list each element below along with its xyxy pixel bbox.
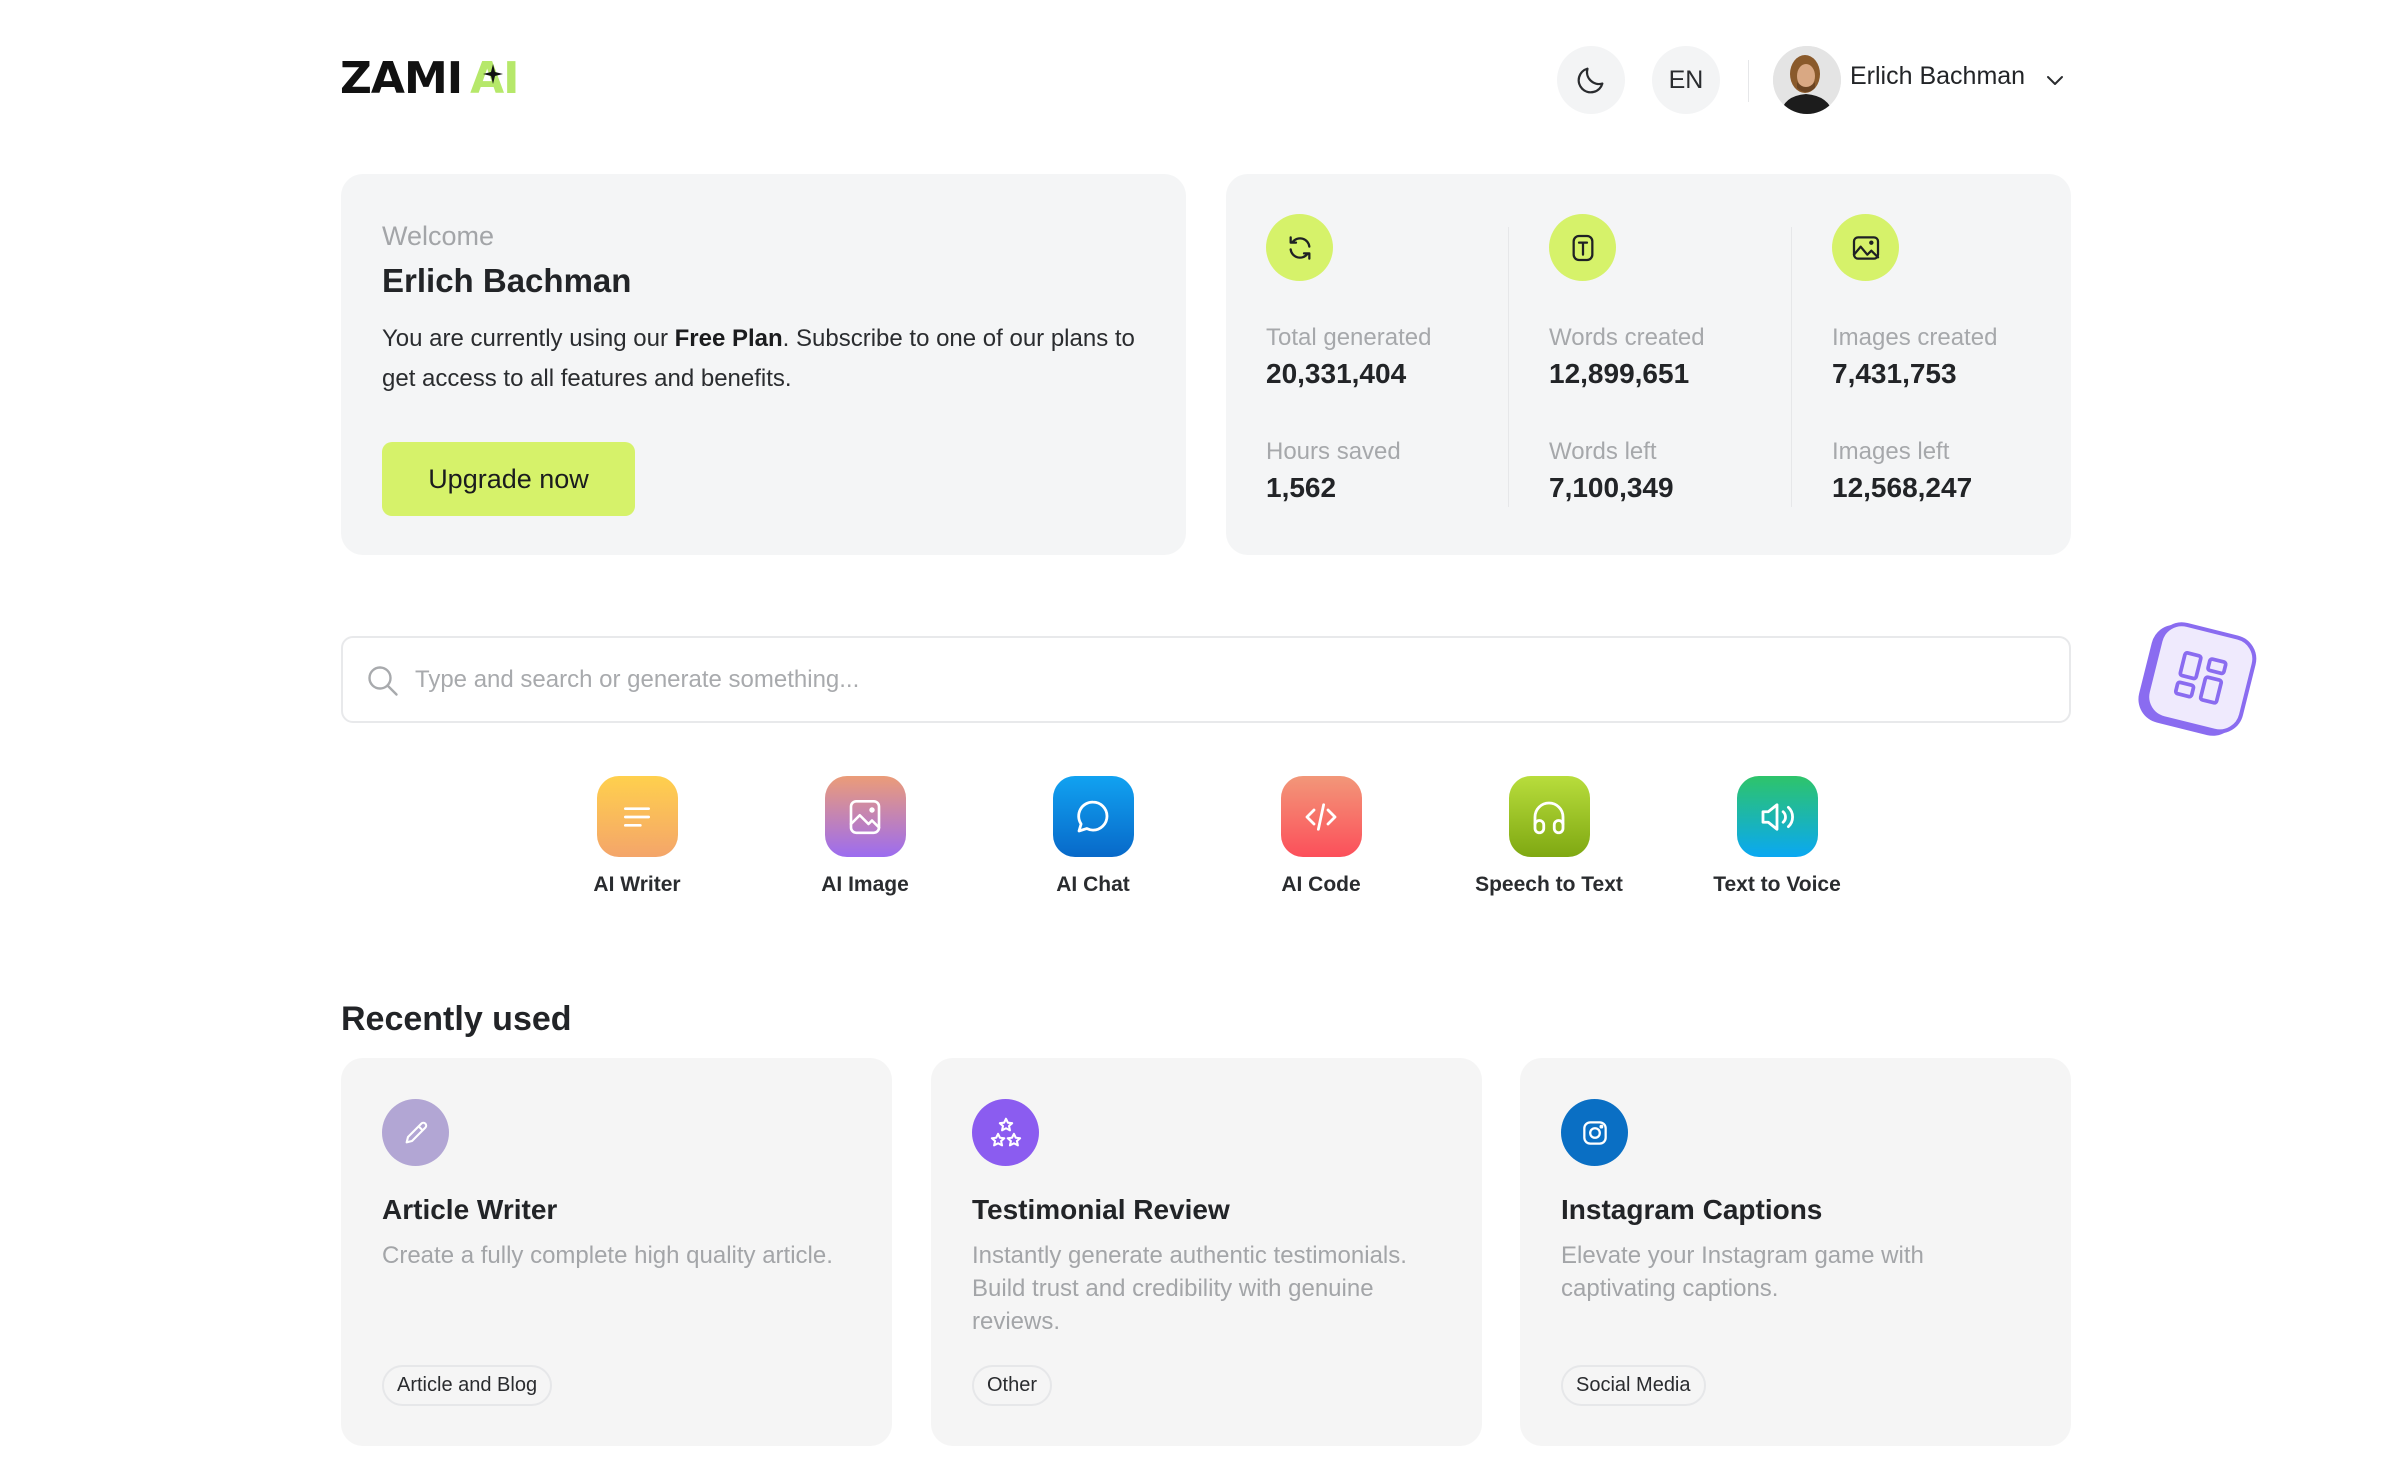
avatar[interactable] xyxy=(1773,46,1841,114)
recent-title: Article Writer xyxy=(382,1194,558,1225)
stat-label: Images left xyxy=(1832,438,1950,465)
tool-tile xyxy=(1736,776,1818,857)
headphones-icon xyxy=(1533,801,1565,834)
tool-tile xyxy=(824,776,906,857)
stats-column-images: Images created 7,431,753 Images left 12,… xyxy=(1832,214,2092,514)
stat-icon-badge xyxy=(1832,214,1899,281)
image-icon xyxy=(849,799,881,834)
sparkle-icon xyxy=(483,64,504,84)
stat-value: 12,899,651 xyxy=(1549,358,1690,389)
stat-icon-badge xyxy=(1549,214,1616,281)
language-button[interactable]: EN xyxy=(1652,46,1720,114)
stat-value: 7,100,349 xyxy=(1549,472,1674,503)
tool-ai-code[interactable]: AI Code xyxy=(1221,776,1421,897)
apps-widget-button[interactable] xyxy=(2133,617,2265,745)
recent-card-testimonial-review[interactable]: Testimonial Review Instantly generate au… xyxy=(931,1058,1482,1446)
stat-value: 20,331,404 xyxy=(1266,358,1407,389)
search-icon xyxy=(368,666,398,696)
chevron-down-icon[interactable] xyxy=(2043,68,2067,92)
welcome-card: Welcome Erlich Bachman You are currently… xyxy=(341,174,1186,555)
welcome-name: Erlich Bachman xyxy=(382,262,632,299)
stat-icon-badge xyxy=(1266,214,1333,281)
tool-label: Text to Voice xyxy=(1713,873,1841,896)
header-divider xyxy=(1748,60,1749,102)
tool-ai-writer[interactable]: AI Writer xyxy=(537,776,737,897)
recent-icon-badge xyxy=(382,1099,449,1166)
stats-card: Total generated 20,331,404 Hours saved 1… xyxy=(1226,174,2071,555)
stats-column-words: Words created 12,899,651 Words left 7,10… xyxy=(1549,214,1809,514)
refresh-icon xyxy=(1289,235,1310,260)
language-label: EN xyxy=(1668,65,1704,94)
recent-icon-badge xyxy=(972,1099,1039,1166)
plan-message: You are currently using our Free Plan. S… xyxy=(382,325,1135,392)
search-bar[interactable] xyxy=(341,636,2071,723)
stat-label: Images created xyxy=(1832,324,1998,351)
tool-speech-to-text[interactable]: Speech to Text xyxy=(1449,776,1649,897)
lines-icon xyxy=(624,806,650,827)
welcome-label: Welcome xyxy=(382,221,495,251)
stat-label: Total generated xyxy=(1266,324,1432,351)
tool-tile xyxy=(596,776,678,857)
recent-description: Elevate your Instagram game with captiva… xyxy=(1561,1242,1924,1302)
speaker-icon xyxy=(1761,802,1794,831)
image-icon xyxy=(1852,235,1879,260)
upgrade-button[interactable]: Upgrade now xyxy=(382,442,635,516)
apps-grid-icon xyxy=(2173,651,2228,705)
pencil-icon xyxy=(405,1121,427,1143)
moon-icon xyxy=(1577,67,1604,94)
logo-accent-text: AI xyxy=(470,57,519,101)
recent-title: Instagram Captions xyxy=(1561,1194,1823,1225)
instagram-icon xyxy=(1582,1120,1607,1145)
user-name[interactable]: Erlich Bachman xyxy=(1850,62,2025,91)
category-tag[interactable]: Social Media xyxy=(1561,1365,1706,1406)
chat-bubble-icon xyxy=(1077,800,1109,832)
stat-label: Words created xyxy=(1549,324,1705,351)
logo-text: ZAMI xyxy=(340,53,463,104)
text-icon xyxy=(1572,234,1593,261)
stat-label: Words left xyxy=(1549,438,1657,465)
stats-column-generated: Total generated 20,331,404 Hours saved 1… xyxy=(1266,214,1526,514)
tool-ai-image[interactable]: AI Image xyxy=(765,776,965,897)
recent-icon-badge xyxy=(1561,1099,1628,1166)
logo[interactable]: ZAMI AI xyxy=(340,53,520,104)
stat-value: 1,562 xyxy=(1266,472,1337,503)
recently-used-title: Recently used xyxy=(341,1000,572,1038)
recent-description: Instantly generate authentic testimonial… xyxy=(972,1242,1407,1335)
recent-card-article-writer[interactable]: Article Writer Create a fully complete h… xyxy=(341,1058,892,1446)
recent-card-instagram-captions[interactable]: Instagram Captions Elevate your Instagra… xyxy=(1520,1058,2071,1446)
tool-label: AI Writer xyxy=(593,873,681,896)
avatar-image xyxy=(1773,46,1841,114)
tool-label: AI Chat xyxy=(1056,873,1130,896)
tool-text-to-voice[interactable]: Text to Voice xyxy=(1677,776,1877,897)
category-tag[interactable]: Article and Blog xyxy=(382,1365,553,1406)
code-icon xyxy=(1305,802,1337,831)
tool-label: Speech to Text xyxy=(1475,873,1623,896)
stat-label: Hours saved xyxy=(1266,438,1401,465)
tool-ai-chat[interactable]: AI Chat xyxy=(993,776,1193,897)
stat-value: 7,431,753 xyxy=(1832,358,1957,389)
tool-tile xyxy=(1052,776,1134,857)
tool-tile xyxy=(1508,776,1590,857)
category-tag[interactable]: Other xyxy=(972,1365,1053,1406)
search-input[interactable] xyxy=(415,638,2015,721)
plan-name: Free Plan xyxy=(674,325,783,352)
tool-label: AI Code xyxy=(1281,873,1361,896)
theme-toggle-button[interactable] xyxy=(1557,46,1625,114)
recent-description: Create a fully complete high quality art… xyxy=(382,1242,833,1269)
stat-value: 12,568,247 xyxy=(1832,472,1973,503)
tool-tile xyxy=(1280,776,1362,857)
recent-title: Testimonial Review xyxy=(972,1194,1230,1225)
tool-label: AI Image xyxy=(821,873,909,896)
stars-icon xyxy=(990,1117,1021,1146)
